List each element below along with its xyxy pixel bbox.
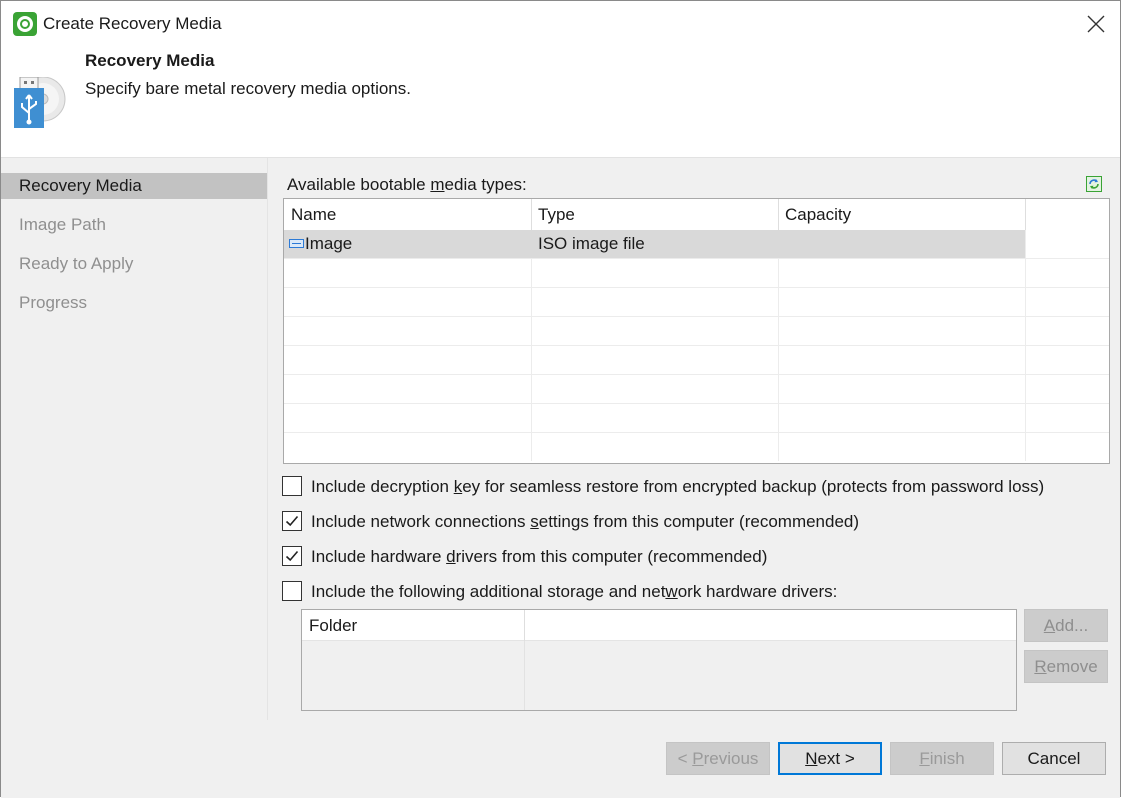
checkbox-label: Include the following additional storage… xyxy=(311,582,838,601)
column-type-header[interactable]: Type xyxy=(531,199,779,230)
media-types-label: Available bootable media types: xyxy=(287,175,527,194)
checkbox-label: Include network connections settings fro… xyxy=(311,512,860,531)
row-capacity-cell xyxy=(778,230,1026,258)
empty-row xyxy=(284,288,1109,317)
wizard-body: Recovery Media Image Path Ready to Apply… xyxy=(1,157,1121,721)
step-recovery-media[interactable]: Recovery Media xyxy=(1,173,267,199)
wizard-footer: < Previous Next > Finish Cancel xyxy=(1,720,1120,798)
refresh-icon[interactable] xyxy=(1086,176,1102,192)
veeam-app-icon xyxy=(13,12,37,36)
drivers-folder-list[interactable]: Folder xyxy=(301,609,1017,711)
next-button[interactable]: Next > xyxy=(778,742,882,775)
empty-row xyxy=(284,259,1109,288)
finish-button[interactable]: Finish xyxy=(890,742,994,775)
step-image-path[interactable]: Image Path xyxy=(1,212,267,238)
empty-row xyxy=(284,375,1109,404)
empty-row xyxy=(284,317,1109,346)
add-button[interactable]: Add... xyxy=(1024,609,1108,642)
usb-disc-icon xyxy=(11,76,69,129)
step-ready-to-apply[interactable]: Ready to Apply xyxy=(1,251,267,277)
column-folder-header[interactable]: Folder xyxy=(302,610,525,641)
wizard-steps: Recovery Media Image Path Ready to Apply… xyxy=(1,158,268,721)
page-title: Recovery Media xyxy=(85,51,215,70)
media-types-table[interactable]: Name Type Capacity Image ISO image file xyxy=(283,198,1110,464)
folder-list-header: Folder xyxy=(302,610,1016,641)
column-capacity-header[interactable]: Capacity xyxy=(778,199,1026,230)
column-divider xyxy=(524,641,525,710)
window-title: Create Recovery Media xyxy=(43,14,222,33)
step-content: Available bootable media types: Name Typ… xyxy=(269,158,1121,721)
remove-button[interactable]: Remove xyxy=(1024,650,1108,683)
checkbox-box[interactable] xyxy=(282,476,302,496)
row-filler-cell xyxy=(1025,230,1109,258)
checkmark-icon xyxy=(285,515,299,527)
checkbox-box[interactable] xyxy=(282,581,302,601)
empty-row xyxy=(284,346,1109,375)
checkbox-box[interactable] xyxy=(282,546,302,566)
empty-row xyxy=(284,433,1109,462)
checkbox-label: Include hardware drivers from this compu… xyxy=(311,547,768,566)
empty-row xyxy=(284,404,1109,433)
close-icon[interactable] xyxy=(1085,13,1107,35)
checkbox-label: Include decryption key for seamless rest… xyxy=(311,477,1045,496)
page-subtitle: Specify bare metal recovery media option… xyxy=(85,79,411,98)
title-bar: Create Recovery Media xyxy=(1,1,1120,47)
table-row[interactable]: Image ISO image file xyxy=(284,230,1109,259)
row-name-cell: Image xyxy=(284,230,532,258)
row-type-cell: ISO image file xyxy=(531,230,779,258)
checkbox-box[interactable] xyxy=(282,511,302,531)
cancel-button[interactable]: Cancel xyxy=(1002,742,1106,775)
wizard-window: Create Recovery Media Recovery Media Spe… xyxy=(0,0,1121,798)
wizard-header: Recovery Media Specify bare metal recove… xyxy=(1,47,1120,157)
checkmark-icon xyxy=(285,550,299,562)
column-name-header[interactable]: Name xyxy=(284,199,532,230)
previous-button[interactable]: < Previous xyxy=(666,742,770,775)
media-icon xyxy=(289,239,304,248)
table-header: Name Type Capacity xyxy=(284,199,1109,230)
step-progress[interactable]: Progress xyxy=(1,290,267,316)
